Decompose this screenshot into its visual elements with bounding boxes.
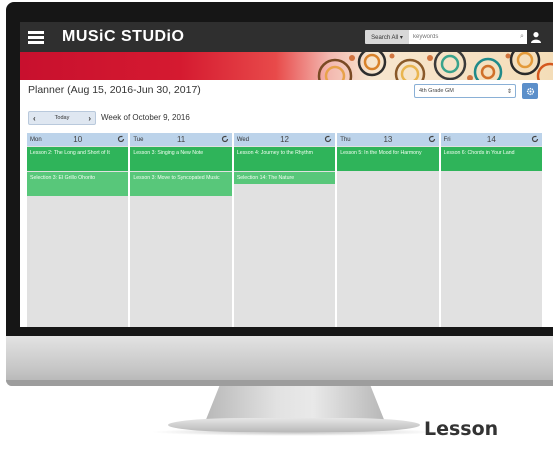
day-header: Mon 10 [27,133,129,146]
day-header: Thu 13 [337,133,439,146]
lesson-card[interactable]: Lesson 3: Singing a New Note [130,147,232,171]
search-icon[interactable]: ⌕ [517,30,527,44]
next-week-icon[interactable]: › [88,114,91,123]
settings-button[interactable] [522,83,538,99]
lesson-card[interactable]: Lesson 4: Journey to the Rhythm [233,147,336,171]
search-scope-dropdown[interactable]: Search All ▾ [365,30,409,44]
caption-text: Lesson [424,418,499,440]
banner-pattern [317,52,553,80]
day-column-fri: Fri 14 Lesson 6: Chords in Your Land [440,133,543,327]
week-calendar: Mon 10 Lesson 2: The Long and Short of I… [27,133,543,327]
user-icon[interactable] [530,31,542,43]
monitor-base [168,418,420,432]
grade-select-value: 4th Grade GM [419,88,454,94]
lesson-card[interactable]: Lesson 6: Chords in Your Land [440,147,543,171]
screen: MUSiC STUDiO Search All ▾ ⌕ [20,22,553,327]
prev-week-icon[interactable]: ‹ [33,114,36,123]
day-number: 10 [73,135,83,144]
monitor-chin-shadow [6,380,553,386]
lesson-card[interactable]: Lesson 2: The Long and Short of It [27,147,129,171]
search-input[interactable] [409,30,517,44]
lesson-card[interactable]: Lesson 5: In the Mood for Harmony [337,147,439,171]
refresh-icon[interactable] [531,135,539,143]
week-nav: ‹ Today › [28,111,96,125]
planner-title: Planner (Aug 15, 2016-Jun 30, 2017) [28,84,201,96]
hero-banner [20,52,553,80]
day-column-wed: Wed 12 Lesson 4: Journey to the Rhythm S… [233,133,336,327]
lesson-card[interactable]: Selection 14: The Nature [233,172,336,184]
day-header: Tue 11 [130,133,232,146]
grade-select[interactable]: 4th Grade GM ⇕ [414,84,516,98]
day-header: Wed 12 [233,133,336,146]
day-number: 13 [383,135,393,144]
menu-icon[interactable] [28,30,44,44]
gear-icon [526,87,534,95]
monitor-chin [6,336,553,386]
app-title: MUSiC STUDiO [62,28,185,45]
today-button[interactable]: Today [55,115,70,121]
refresh-icon[interactable] [428,135,436,143]
day-number: 11 [176,135,186,144]
monitor-stand [205,386,385,422]
day-column-thu: Thu 13 Lesson 5: In the Mood for Harmony [337,133,439,327]
top-bar: MUSiC STUDiO Search All ▾ ⌕ [20,22,553,52]
day-column-mon: Mon 10 Lesson 2: The Long and Short of I… [27,133,129,327]
refresh-icon[interactable] [117,135,125,143]
lesson-card[interactable]: Selection 3: El Grillo Ohorito [27,172,129,196]
refresh-icon[interactable] [324,135,332,143]
refresh-icon[interactable] [221,135,229,143]
week-label: Week of October 9, 2016 [101,113,190,122]
select-arrow-icon: ⇕ [506,88,512,95]
lesson-card[interactable]: Lesson 3: Move to Syncopated Music [130,172,232,196]
day-header: Fri 14 [440,133,543,146]
day-number: 12 [280,135,289,144]
day-column-tue: Tue 11 Lesson 3: Singing a New Note Less… [130,133,232,327]
day-number: 14 [486,135,496,144]
monitor-bezel: MUSiC STUDiO Search All ▾ ⌕ [6,2,553,338]
search-group: Search All ▾ ⌕ [365,30,527,44]
